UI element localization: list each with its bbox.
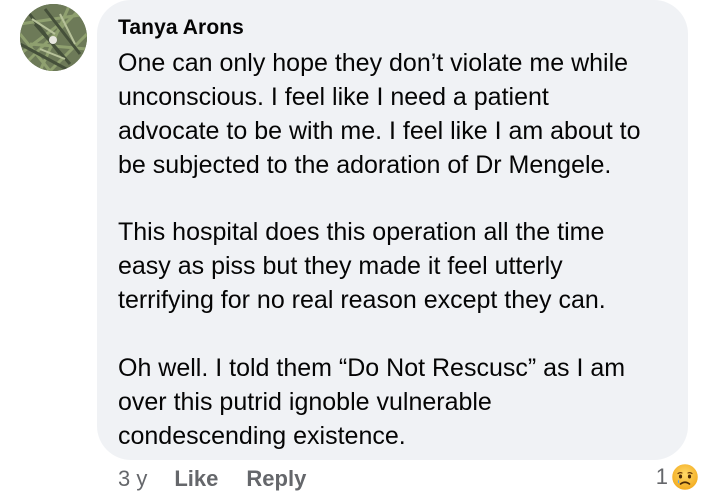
comment-line: over this putrid ignoble vulnerable <box>118 388 492 416</box>
reaction-summary[interactable]: 1 <box>656 462 700 492</box>
sad-reaction-icon <box>670 462 700 492</box>
reaction-count: 1 <box>655 464 668 489</box>
comment-paragraph: This hospital does this operation all th… <box>118 215 683 317</box>
comment-paragraph: One can only hope they don’t violate me … <box>118 46 683 182</box>
comment: Tanya Arons One can only hope they don’t… <box>0 0 720 503</box>
comment-line: One can only hope they don’t violate me … <box>118 49 629 77</box>
comment-line: condescending existence. <box>118 422 406 450</box>
comment-line: This hospital does this operation all th… <box>118 218 605 246</box>
comment-paragraph: Oh well. I told them “Do Not Rescusc” as… <box>118 351 683 453</box>
comment-line: unconscious. I feel like I need a patien… <box>118 83 549 111</box>
comment-line: easy as piss but they made it feel utter… <box>118 252 563 280</box>
comment-line: terrifying for no real reason except the… <box>118 286 606 314</box>
comment-line: be subjected to the adoration of Dr Meng… <box>118 151 612 179</box>
comment-author[interactable]: Tanya Arons <box>118 16 244 40</box>
reply-button[interactable]: Reply <box>246 466 306 492</box>
comment-actions: 3 y Like Reply <box>118 466 334 492</box>
comment-line: advocate to be with me. I feel like I am… <box>118 117 641 145</box>
like-button[interactable]: Like <box>174 466 218 492</box>
comment-line: Oh well. I told them “Do Not Rescusc” as… <box>118 354 626 382</box>
comment-timestamp[interactable]: 3 y <box>118 466 147 492</box>
avatar[interactable] <box>20 4 87 71</box>
